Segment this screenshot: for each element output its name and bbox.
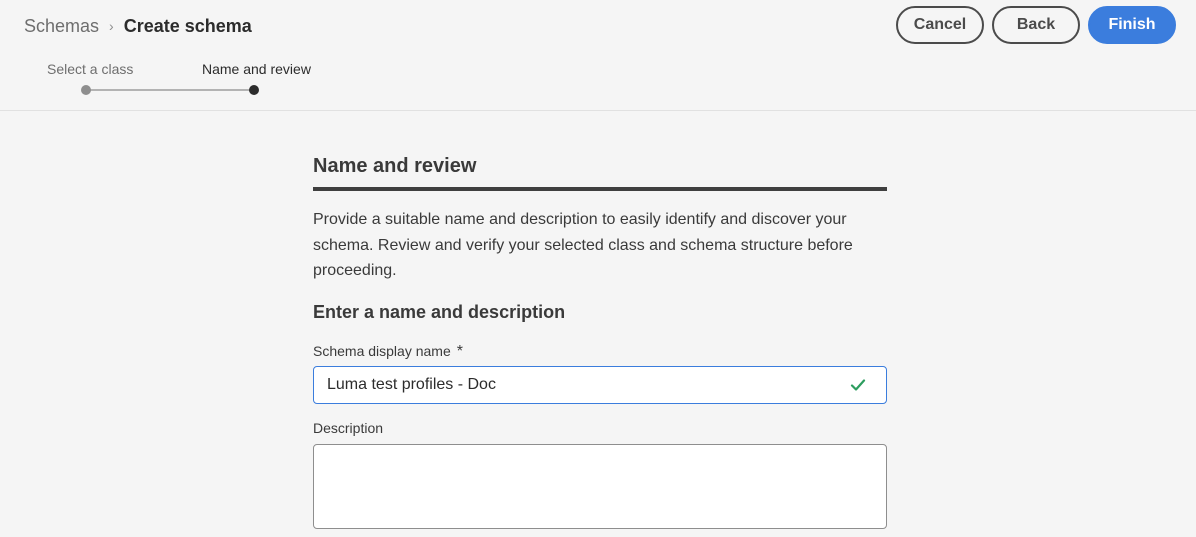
breadcrumb-schemas-link[interactable]: Schemas xyxy=(24,16,99,37)
step-label-name-review: Name and review xyxy=(202,61,311,77)
cancel-button[interactable]: Cancel xyxy=(896,6,984,44)
chevron-right-icon: › xyxy=(109,18,114,34)
schema-name-label-text: Schema display name xyxy=(313,343,451,359)
breadcrumb: Schemas › Create schema xyxy=(24,14,252,38)
back-button[interactable]: Back xyxy=(992,6,1080,44)
step-connector xyxy=(86,89,254,91)
required-asterisk: * xyxy=(456,343,463,360)
breadcrumb-current: Create schema xyxy=(123,15,252,36)
step-label-select-class[interactable]: Select a class xyxy=(47,61,133,77)
schema-name-input[interactable] xyxy=(314,367,844,402)
intro-text: Provide a suitable name and description … xyxy=(313,211,853,279)
step-dot-current xyxy=(249,85,259,95)
description-textarea[interactable] xyxy=(313,444,887,529)
description-label: Description xyxy=(313,420,384,436)
finish-button[interactable]: Finish xyxy=(1088,6,1176,44)
schema-name-label: Schema display name * xyxy=(313,343,463,361)
page-header: Schemas › Create schema Cancel Back Fini… xyxy=(0,0,1196,111)
checkmark-icon xyxy=(850,379,866,391)
schema-name-field xyxy=(313,366,887,404)
section-divider xyxy=(313,187,887,191)
subheading: Enter a name and description xyxy=(313,302,566,322)
section-title: Name and review xyxy=(313,155,477,177)
step-dot-completed[interactable] xyxy=(81,85,91,95)
